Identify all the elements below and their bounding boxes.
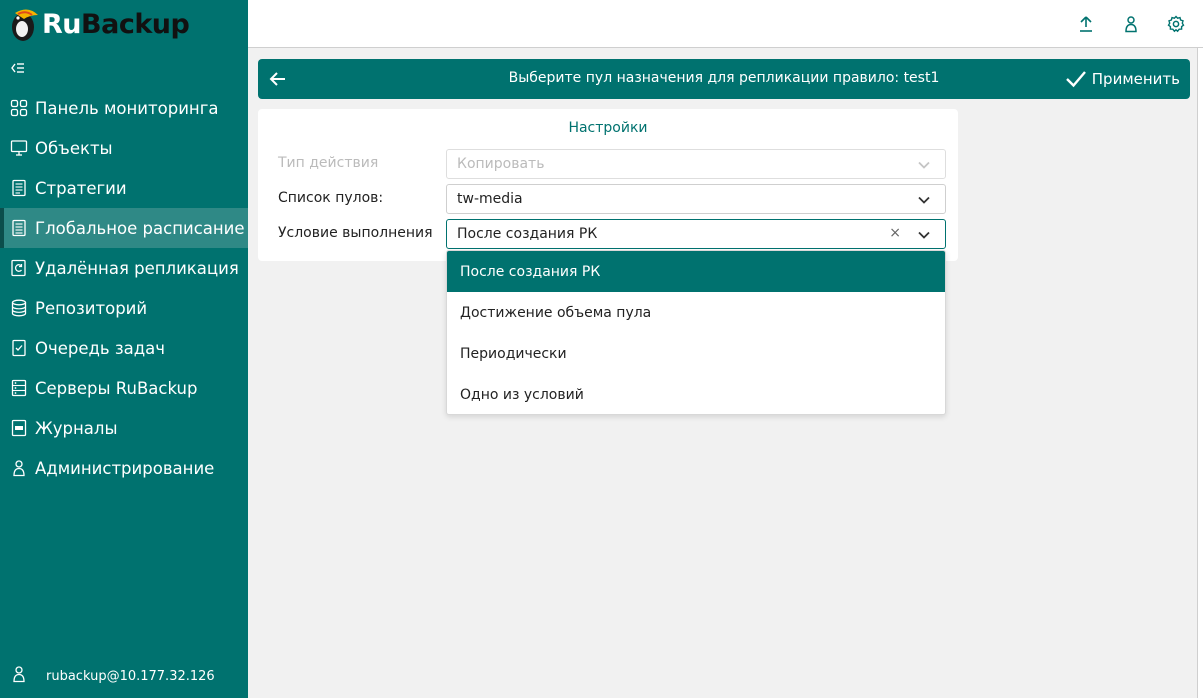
condition-select[interactable]: После создания РК × — [446, 219, 946, 249]
sidebar-item-label: Репозиторий — [35, 298, 148, 318]
sidebar-item-objects[interactable]: Объекты — [0, 128, 248, 168]
sidebar-item-label: Очередь задач — [35, 338, 166, 358]
apply-button[interactable]: Применить — [1065, 68, 1180, 90]
user-icon — [10, 665, 28, 687]
replication-icon — [10, 259, 28, 277]
sidebar-item-label: Объекты — [35, 138, 113, 158]
sidebar: RuBackup Панель мониторинга Объекты Стра… — [0, 0, 248, 698]
sidebar-item-administration[interactable]: Администрирование — [0, 448, 248, 488]
checkmark-icon — [1065, 71, 1086, 88]
pool-list-select[interactable]: tw-media — [446, 184, 946, 214]
pool-list-label: Список пулов: — [278, 190, 384, 206]
sidebar-item-label: Серверы RuBackup — [35, 378, 198, 398]
sidebar-item-remote-replication[interactable]: Удалённая репликация — [0, 248, 248, 288]
admin-icon — [10, 459, 28, 477]
clear-icon[interactable]: × — [889, 225, 901, 241]
database-icon — [10, 299, 28, 317]
brand-backup: Backup — [81, 8, 190, 40]
schedule-icon — [10, 219, 28, 237]
sidebar-item-label: Удалённая репликация — [35, 258, 239, 278]
document-icon — [10, 179, 28, 197]
dropdown-option-periodic[interactable]: Периодически — [447, 333, 945, 374]
sidebar-item-label: Панель мониторинга — [35, 98, 219, 118]
sidebar-item-label: Журналы — [35, 418, 118, 438]
dropdown-option-pool-volume[interactable]: Достижение объема пула — [447, 292, 945, 333]
sidebar-item-global-schedule[interactable]: Глобальное расписание — [0, 208, 248, 248]
upload-icon[interactable] — [1076, 14, 1096, 34]
condition-value: После создания РК — [457, 226, 598, 242]
condition-label: Условие выполнения — [278, 225, 433, 241]
sidebar-item-label: Администрирование — [35, 458, 215, 478]
sidebar-nav: Панель мониторинга Объекты Стратегии Гло… — [0, 88, 248, 488]
dropdown-option-one-of-conditions[interactable]: Одно из условий — [447, 374, 945, 414]
action-type-label: Тип действия — [278, 155, 379, 171]
sidebar-item-label: Глобальное расписание — [35, 218, 245, 238]
sidebar-item-dashboard[interactable]: Панель мониторинга — [0, 88, 248, 128]
right-edge-panel — [1197, 48, 1203, 698]
current-user[interactable]: rubackup@10.177.32.126 — [0, 664, 215, 688]
settings-panel: Настройки Тип действия Копировать Список… — [258, 109, 958, 261]
top-bar — [248, 0, 1203, 48]
page-header: Выберите пул назначения для репликации п… — [258, 59, 1190, 99]
sidebar-item-strategies[interactable]: Стратегии — [0, 168, 248, 208]
toucan-logo-icon — [12, 9, 38, 41]
collapse-menu-icon[interactable] — [10, 60, 26, 76]
sidebar-item-repository[interactable]: Репозиторий — [0, 288, 248, 328]
brand-ru: Ru — [42, 8, 82, 40]
user-label: rubackup@10.177.32.126 — [46, 668, 215, 684]
dropdown-option-after-backup[interactable]: После создания РК — [447, 251, 945, 292]
rubackup-logo: RuBackup — [6, 4, 190, 44]
profile-icon[interactable] — [1121, 14, 1141, 34]
sidebar-item-logs[interactable]: Журналы — [0, 408, 248, 448]
chevron-down-icon — [918, 231, 930, 239]
action-type-value: Копировать — [457, 156, 545, 172]
server-icon — [10, 379, 28, 397]
settings-gear-icon[interactable] — [1166, 14, 1186, 34]
page-title: Выберите пул назначения для репликации п… — [508, 70, 940, 86]
checklist-icon — [10, 339, 28, 357]
sidebar-item-label: Стратегии — [35, 178, 127, 198]
chevron-down-icon — [918, 196, 930, 204]
condition-dropdown: После создания РК Достижение объема пула… — [446, 250, 946, 415]
action-type-select: Копировать — [446, 149, 946, 179]
pool-list-value: tw-media — [457, 191, 523, 207]
sidebar-item-servers[interactable]: Серверы RuBackup — [0, 368, 248, 408]
settings-title: Настройки — [568, 120, 648, 136]
chevron-down-icon — [918, 161, 930, 169]
log-icon — [10, 419, 28, 437]
dashboard-icon — [10, 99, 28, 117]
sidebar-item-task-queue[interactable]: Очередь задач — [0, 328, 248, 368]
monitor-icon — [10, 139, 28, 157]
apply-label: Применить — [1091, 70, 1180, 88]
